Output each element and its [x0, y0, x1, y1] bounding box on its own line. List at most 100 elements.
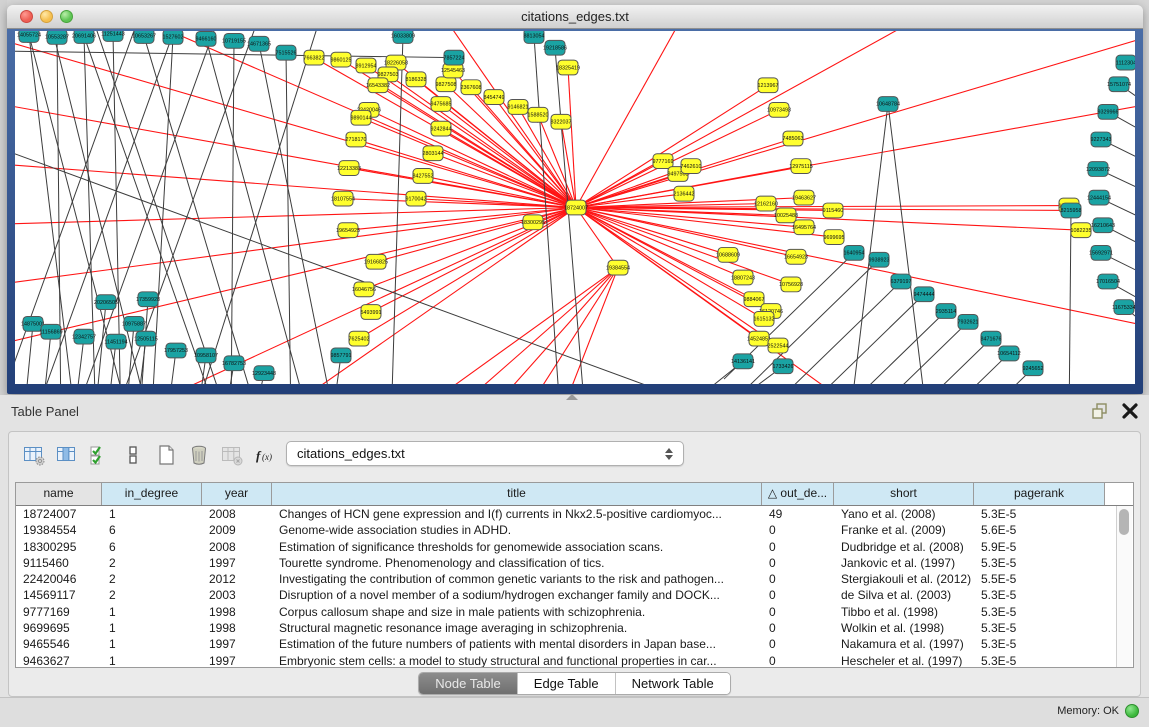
graph-node[interactable]: 7462610: [680, 159, 701, 174]
graph-node[interactable]: 9329966: [1097, 104, 1118, 119]
table-row[interactable]: 969969511998Structural magnetic resonanc…: [16, 620, 1133, 636]
graph-node[interactable]: 10958107: [194, 348, 218, 363]
graph-node[interactable]: 19463627: [792, 190, 816, 205]
table-row[interactable]: 2242004622012Investigating the contribut…: [16, 571, 1133, 587]
graph-node[interactable]: 9890144: [350, 110, 371, 125]
graph-node[interactable]: 2803144: [422, 146, 443, 161]
graph-node[interactable]: 9777169: [652, 154, 673, 169]
graph-node[interactable]: 9938923: [868, 252, 889, 267]
graph-node[interactable]: 9857791: [330, 348, 351, 363]
graph-node[interactable]: 8186328: [405, 72, 426, 87]
tab-network-table[interactable]: Network Table: [616, 673, 730, 694]
graph-node[interactable]: 2522544: [767, 338, 788, 353]
table-row[interactable]: 1830029562008Estimation of significance …: [16, 539, 1133, 555]
graph-node[interactable]: 16543382: [366, 78, 390, 93]
graph-node[interactable]: 7663822: [303, 50, 324, 65]
table-row[interactable]: 1456911722003Disruption of a novel membe…: [16, 587, 1133, 603]
graph-node[interactable]: 20691406: [72, 31, 96, 43]
column-header-in_degree[interactable]: in_degree: [102, 483, 202, 505]
graph-node[interactable]: 12444154: [1087, 190, 1111, 205]
graph-node[interactable]: 9242844: [430, 121, 451, 136]
graph-node[interactable]: 8322037: [550, 114, 571, 129]
float-window-icon[interactable]: [1091, 402, 1109, 420]
graph-node[interactable]: 8471676: [980, 331, 1001, 346]
tab-node-table[interactable]: Node Table: [419, 673, 518, 694]
graph-node[interactable]: 10973493: [767, 102, 791, 117]
citation-network-graph[interactable]: 1872400718300295193845549860125766382289…: [15, 31, 1135, 384]
graph-node[interactable]: 12975115: [789, 159, 813, 174]
column-header-title[interactable]: title: [272, 483, 762, 505]
column-header-short[interactable]: short: [834, 483, 974, 505]
graph-node[interactable]: 15692971: [1089, 245, 1113, 260]
graph-node[interactable]: 9170042: [405, 191, 426, 206]
graph-node[interactable]: 18724007: [564, 200, 588, 215]
network-table-select[interactable]: citations_edges.txt: [286, 441, 684, 466]
graph-node[interactable]: 1213967: [757, 78, 778, 93]
graph-node[interactable]: 17359928: [136, 292, 160, 307]
table-row[interactable]: 911546021997Tourette syndrome. Phenomeno…: [16, 555, 1133, 571]
graph-node[interactable]: 12342757: [72, 329, 96, 344]
graph-node[interactable]: 9884067: [743, 292, 764, 307]
graph-node[interactable]: 20206505: [94, 295, 118, 310]
graph-node[interactable]: 17016504: [1096, 274, 1120, 289]
graph-node[interactable]: 12213383: [337, 161, 361, 176]
graph-node[interactable]: 1733426: [772, 359, 793, 374]
graph-node[interactable]: 10688609: [716, 247, 740, 262]
graph-node[interactable]: 11251443: [101, 31, 125, 41]
graph-node[interactable]: 18807243: [731, 270, 755, 285]
graph-node[interactable]: 8454749: [483, 90, 504, 105]
table-row[interactable]: 946362711997Embryonic stem cells: a mode…: [16, 653, 1133, 668]
table-row[interactable]: 977716911998Corpus callosum shape and si…: [16, 604, 1133, 620]
graph-node[interactable]: 7625402: [348, 331, 369, 346]
graph-node[interactable]: 9475685: [430, 97, 451, 112]
graph-node[interactable]: 16033809: [391, 31, 415, 43]
graph-node[interactable]: 1082235: [1070, 223, 1091, 238]
graph-node[interactable]: 16654923: [784, 249, 808, 264]
function-builder-icon[interactable]: f(x): [252, 442, 278, 468]
graph-node[interactable]: 6379197: [890, 274, 911, 289]
graph-node[interactable]: 10719155: [222, 33, 246, 48]
graph-node[interactable]: 9699695: [823, 230, 844, 245]
new-table-icon[interactable]: [153, 442, 179, 468]
graph-node[interactable]: 14671365: [247, 36, 271, 51]
table-row[interactable]: 1872400712008Changes of HCN gene express…: [16, 506, 1133, 522]
graph-node[interactable]: 14136141: [731, 354, 755, 369]
graph-node[interactable]: 7857224: [443, 50, 464, 65]
graph-node[interactable]: 8813054: [523, 31, 544, 43]
graph-node[interactable]: 2367608: [460, 80, 481, 95]
graph-node[interactable]: 1527602: [162, 31, 183, 44]
graph-node[interactable]: 9146821: [507, 100, 528, 115]
graph-node[interactable]: 19654925: [336, 223, 360, 238]
graph-node[interactable]: 19166825: [364, 254, 388, 269]
table-row[interactable]: 946554611997Estimation of the future num…: [16, 636, 1133, 652]
column-header-pagerank[interactable]: pagerank: [974, 483, 1105, 505]
graph-node[interactable]: 18325419: [556, 60, 580, 75]
memory-status-icon[interactable]: [1125, 704, 1139, 718]
graph-node[interactable]: 10025488: [774, 208, 798, 223]
graph-node[interactable]: 14055724: [17, 31, 41, 42]
graph-node[interactable]: 2718170: [345, 132, 366, 147]
column-header-name[interactable]: name: [16, 483, 102, 505]
select-all-icon[interactable]: [87, 442, 113, 468]
graph-node[interactable]: 8912954: [355, 58, 376, 73]
graph-node[interactable]: 11156869: [39, 324, 62, 339]
graph-node[interactable]: 1615132: [753, 312, 774, 327]
scrollbar-thumb[interactable]: [1119, 509, 1129, 535]
graph-node[interactable]: 9115460: [823, 203, 844, 218]
graph-node[interactable]: 12162160: [754, 196, 778, 211]
graph-node[interactable]: 12505115: [134, 331, 158, 346]
table-settings-icon[interactable]: [21, 442, 47, 468]
row-height-icon[interactable]: [120, 442, 146, 468]
vertical-scrollbar[interactable]: [1116, 506, 1132, 667]
graph-node[interactable]: 16495764: [792, 220, 816, 235]
graph-node[interactable]: 7485063: [782, 131, 803, 146]
graph-node[interactable]: 16046756: [352, 282, 376, 297]
column-header-out_de[interactable]: △ out_de...: [762, 483, 834, 505]
graph-node[interactable]: 8427552: [412, 169, 433, 184]
column-visibility-icon[interactable]: [54, 442, 80, 468]
table-row[interactable]: 1938455462009Genome-wide association stu…: [16, 522, 1133, 538]
graph-node[interactable]: 18300295: [521, 215, 545, 230]
delete-table-icon[interactable]: [186, 442, 212, 468]
graph-node[interactable]: 8215958: [1060, 203, 1081, 218]
graph-node[interactable]: 15751074: [1107, 77, 1131, 92]
